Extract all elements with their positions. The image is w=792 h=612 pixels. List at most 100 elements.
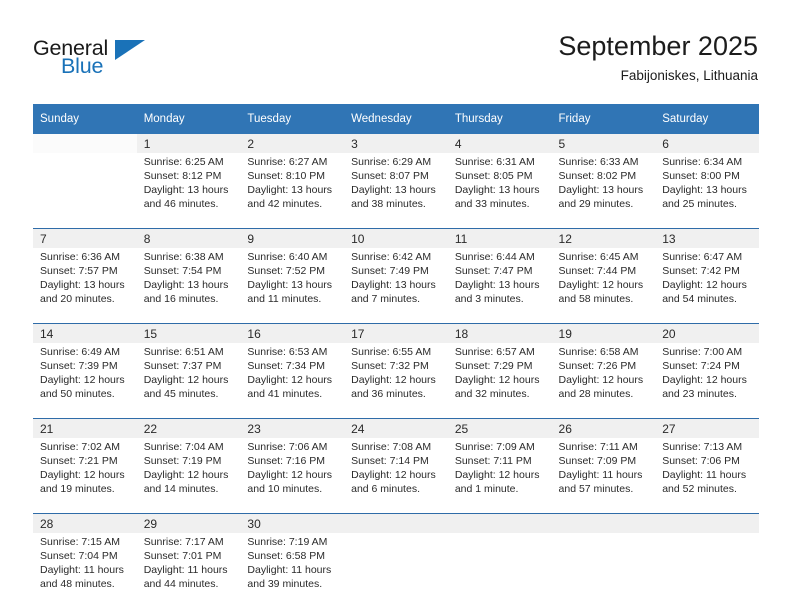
daynum-cell[interactable]: 29 bbox=[136, 514, 241, 533]
day-cell: Sunrise: 6:34 AM Sunset: 8:00 PM Dayligh… bbox=[655, 153, 759, 227]
daynum-cell[interactable]: 21 bbox=[33, 419, 137, 438]
daynum-cell[interactable]: 2 bbox=[240, 134, 345, 153]
day-cell: Sunrise: 7:04 AM Sunset: 7:19 PM Dayligh… bbox=[136, 438, 241, 512]
daylight-text-line2: and 14 minutes. bbox=[143, 483, 219, 496]
day-cell: Sunrise: 7:15 AM Sunset: 7:04 PM Dayligh… bbox=[33, 533, 137, 607]
sunrise-text: Sunrise: 6:49 AM bbox=[40, 346, 120, 358]
daylight-text-line1: Daylight: 13 hours bbox=[143, 279, 229, 292]
daylight-text-line1: Daylight: 12 hours bbox=[247, 469, 333, 482]
daynum-cell[interactable]: 27 bbox=[655, 419, 759, 438]
week-2-details: Sunrise: 6:36 AM Sunset: 7:57 PM Dayligh… bbox=[33, 248, 759, 322]
day-cell: Sunrise: 6:57 AM Sunset: 7:29 PM Dayligh… bbox=[447, 343, 552, 417]
weekday-header-tuesday: Tuesday bbox=[240, 104, 345, 134]
daynum-cell[interactable]: 26 bbox=[551, 419, 656, 438]
daylight-text-line1: Daylight: 12 hours bbox=[662, 374, 747, 387]
sunrise-text: Sunrise: 6:44 AM bbox=[454, 251, 535, 263]
daynum-cell[interactable]: 5 bbox=[551, 134, 656, 153]
daynum-cell bbox=[655, 514, 759, 533]
day-cell: Sunrise: 7:19 AM Sunset: 6:58 PM Dayligh… bbox=[240, 533, 345, 607]
daylight-text-line2: and 16 minutes. bbox=[143, 293, 219, 306]
sunset-text: Sunset: 7:19 PM bbox=[143, 455, 222, 468]
daylight-text-line2: and 11 minutes. bbox=[247, 293, 322, 306]
daylight-text-line1: Daylight: 13 hours bbox=[247, 279, 333, 292]
daynum-cell[interactable]: 14 bbox=[33, 324, 137, 343]
sunrise-text: Sunrise: 6:31 AM bbox=[454, 156, 535, 168]
page-title: September 2025 bbox=[558, 31, 758, 61]
day-cell bbox=[551, 533, 656, 607]
daynum-cell[interactable]: 6 bbox=[655, 134, 759, 153]
daylight-text-line2: and 33 minutes. bbox=[454, 198, 530, 211]
day-cell: Sunrise: 6:29 AM Sunset: 8:07 PM Dayligh… bbox=[344, 153, 448, 227]
daylight-text-line1: Daylight: 13 hours bbox=[247, 184, 333, 197]
sunset-text: Sunset: 7:54 PM bbox=[143, 265, 222, 278]
sunrise-text: Sunrise: 6:27 AM bbox=[247, 156, 328, 168]
daynum-cell[interactable]: 23 bbox=[240, 419, 345, 438]
daynum-cell[interactable]: 11 bbox=[447, 229, 552, 248]
calendar-body: 1 2 3 4 5 6 Sunrise: 6:25 AM Sunset: 8:1… bbox=[33, 134, 759, 607]
daylight-text-line2: and 41 minutes. bbox=[247, 388, 323, 401]
day-cell: Sunrise: 6:31 AM Sunset: 8:05 PM Dayligh… bbox=[447, 153, 552, 227]
sunrise-text: Sunrise: 7:09 AM bbox=[454, 441, 535, 453]
daynum-cell[interactable]: 19 bbox=[551, 324, 656, 343]
daynum-cell[interactable]: 30 bbox=[240, 514, 345, 533]
daylight-text-line1: Daylight: 12 hours bbox=[351, 469, 436, 482]
daynum-cell[interactable]: 16 bbox=[240, 324, 345, 343]
sunset-text: Sunset: 7:26 PM bbox=[558, 360, 637, 373]
sunrise-text: Sunrise: 7:00 AM bbox=[662, 346, 743, 358]
sunset-text: Sunset: 7:14 PM bbox=[351, 455, 429, 468]
day-cell: Sunrise: 7:13 AM Sunset: 7:06 PM Dayligh… bbox=[655, 438, 759, 512]
daynum-cell[interactable]: 18 bbox=[447, 324, 552, 343]
sunset-text: Sunset: 8:12 PM bbox=[143, 170, 222, 183]
daylight-text-line1: Daylight: 13 hours bbox=[454, 279, 540, 292]
sunrise-text: Sunrise: 7:08 AM bbox=[351, 441, 432, 453]
day-cell: Sunrise: 6:51 AM Sunset: 7:37 PM Dayligh… bbox=[136, 343, 241, 417]
sunrise-text: Sunrise: 6:36 AM bbox=[40, 251, 120, 263]
sunrise-text: Sunrise: 6:33 AM bbox=[558, 156, 639, 168]
sunset-text: Sunset: 8:10 PM bbox=[247, 170, 326, 183]
daynum-cell[interactable]: 22 bbox=[136, 419, 241, 438]
daynum-cell[interactable]: 17 bbox=[344, 324, 448, 343]
day-cell: Sunrise: 6:44 AM Sunset: 7:47 PM Dayligh… bbox=[447, 248, 552, 322]
daylight-text-line1: Daylight: 11 hours bbox=[40, 564, 124, 577]
daynum-cell[interactable]: 9 bbox=[240, 229, 345, 248]
daylight-text-line2: and 58 minutes. bbox=[558, 293, 634, 306]
sunset-text: Sunset: 8:05 PM bbox=[454, 170, 533, 183]
day-cell bbox=[33, 153, 137, 227]
daynum-cell[interactable]: 28 bbox=[33, 514, 137, 533]
daynum-cell[interactable]: 24 bbox=[344, 419, 448, 438]
page-header: General Blue September 2025 Fabijoniskes… bbox=[0, 0, 792, 100]
daynum-cell[interactable]: 12 bbox=[551, 229, 656, 248]
daynum-cell[interactable]: 1 bbox=[136, 134, 241, 153]
weekday-header-wednesday: Wednesday bbox=[344, 104, 448, 134]
day-cell: Sunrise: 6:53 AM Sunset: 7:34 PM Dayligh… bbox=[240, 343, 345, 417]
daynum-cell[interactable]: 20 bbox=[655, 324, 759, 343]
daynum-cell[interactable]: 13 bbox=[655, 229, 759, 248]
daylight-text-line1: Daylight: 12 hours bbox=[558, 279, 644, 292]
daylight-text-line2: and 54 minutes. bbox=[662, 293, 737, 306]
daynum-cell[interactable]: 25 bbox=[447, 419, 552, 438]
daylight-text-line1: Daylight: 13 hours bbox=[40, 279, 125, 292]
daylight-text-line2: and 19 minutes. bbox=[40, 483, 115, 496]
day-cell: Sunrise: 6:49 AM Sunset: 7:39 PM Dayligh… bbox=[33, 343, 137, 417]
daynum-cell[interactable]: 8 bbox=[136, 229, 241, 248]
sunset-text: Sunset: 7:21 PM bbox=[40, 455, 118, 468]
daylight-text-line1: Daylight: 12 hours bbox=[558, 374, 644, 387]
daylight-text-line1: Daylight: 12 hours bbox=[143, 374, 229, 387]
sunrise-text: Sunrise: 7:04 AM bbox=[143, 441, 224, 453]
daynum-cell[interactable]: 10 bbox=[344, 229, 448, 248]
triangle-icon bbox=[115, 40, 145, 60]
sunset-text: Sunset: 8:07 PM bbox=[351, 170, 429, 183]
sunset-text: Sunset: 7:39 PM bbox=[40, 360, 118, 373]
daylight-text-line2: and 25 minutes. bbox=[662, 198, 737, 211]
daylight-text-line2: and 52 minutes. bbox=[662, 483, 737, 496]
daynum-cell[interactable]: 4 bbox=[447, 134, 552, 153]
week-1-daynumbers: 1 2 3 4 5 6 bbox=[33, 134, 759, 153]
general-blue-logo[interactable]: General Blue bbox=[33, 36, 233, 84]
day-cell bbox=[344, 533, 448, 607]
sunset-text: Sunset: 7:47 PM bbox=[454, 265, 533, 278]
daylight-text-line1: Daylight: 12 hours bbox=[454, 374, 540, 387]
daynum-cell[interactable]: 7 bbox=[33, 229, 137, 248]
daynum-cell[interactable]: 3 bbox=[344, 134, 448, 153]
daynum-cell[interactable]: 15 bbox=[136, 324, 241, 343]
day-cell bbox=[655, 533, 759, 607]
